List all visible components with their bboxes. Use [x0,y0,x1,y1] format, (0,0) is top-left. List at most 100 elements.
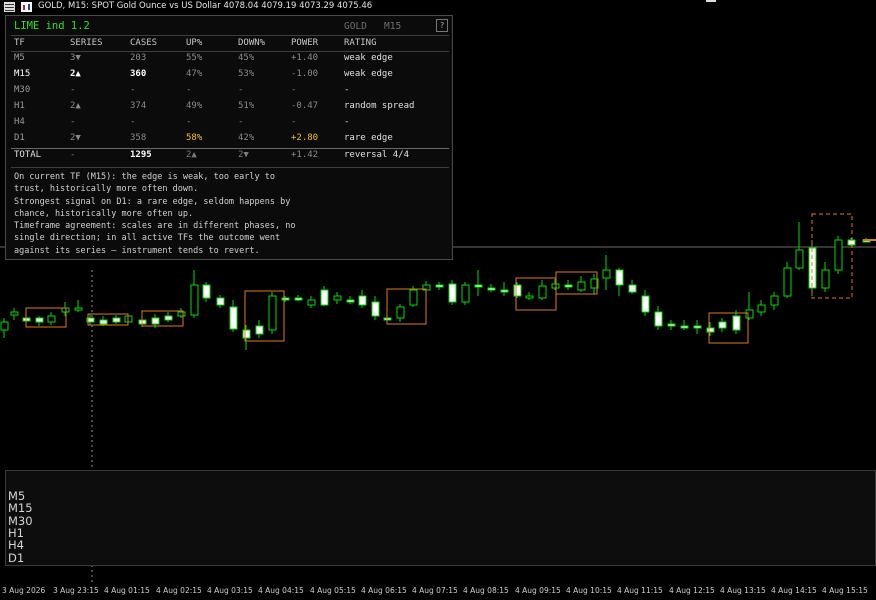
candle-body [47,315,56,323]
cell-power: +1.40 [291,53,319,63]
candle-body [216,297,225,306]
candle-body [732,315,741,331]
table-row: M5 3▼ 203 55% 45% +1.40 weak edge [14,52,448,67]
table-row: H4 - - - - - - [14,116,448,131]
cell-down: 53% [238,69,255,79]
series-box [708,312,749,344]
table-row: D1 2▼ 358 58% 42% +2.80 rare edge [14,132,448,147]
candle-body [371,301,380,317]
total-down: 2▼ [238,150,249,160]
cell-cases: 374 [130,101,147,111]
table-row: M15 2▲ 360 47% 53% -1.00 weak edge [14,68,448,83]
candle-body [164,315,173,321]
cell-down: 45% [238,53,255,63]
candle-body [409,289,418,306]
cell-series: - [70,117,76,127]
table-row: M30 - - - - - - [14,84,448,99]
timeframe-series-subwindow[interactable] [5,470,876,566]
time-axis-label: 4 Aug 12:15 [669,586,715,595]
series-box [515,277,557,311]
candle-body [448,283,457,303]
cell-power: +2.80 [291,133,319,143]
cell-rating: - [344,85,350,95]
cell-tf: H1 [14,101,25,111]
cell-rating: weak edge [344,53,393,63]
cell-cases: - [130,117,136,127]
cell-up: - [186,117,192,127]
time-axis-label: 4 Aug 01:15 [104,586,150,595]
cell-cases: 360 [130,69,147,79]
candle-body [190,284,199,316]
candle-body [693,325,702,329]
panel-symbol: GOLD M15 [344,21,402,32]
help-button[interactable]: ? [436,19,448,32]
cell-tf: M5 [14,53,25,63]
cell-tf: M30 [14,85,31,95]
table-header: TF SERIES CASES UP% DOWN% POWER RATING [14,37,448,52]
candle-body [538,285,547,299]
series-box [141,310,184,327]
time-axis-label: 4 Aug 11:15 [617,586,663,595]
cell-down: - [238,117,244,127]
time-axis-label: 4 Aug 04:15 [258,586,304,595]
candle-body [500,289,509,293]
time-axis: 3 Aug 2026 3 Aug 23:15 4 Aug 01:15 4 Aug 02… [0,585,876,600]
candle-body [202,284,211,299]
series-box [244,290,285,342]
candle-body [35,317,44,323]
cell-rating: weak edge [344,69,393,79]
cell-up: 55% [186,53,203,63]
header-series: SERIES [70,38,103,48]
candle-body [718,321,727,329]
total-power: +1.42 [291,150,319,160]
candle-body [667,323,676,327]
candle-body [834,239,843,271]
time-axis-label: 4 Aug 03:15 [207,586,253,595]
header-cases: CASES [130,38,158,48]
total-up: 2▲ [186,150,197,160]
cell-down: - [238,85,244,95]
total-tf: TOTAL [14,150,42,160]
cell-power: - [291,85,297,95]
time-axis-label: 4 Aug 10:15 [566,586,612,595]
header-rating: RATING [344,38,377,48]
candle-body [513,284,522,297]
time-axis-label: 4 Aug 06:15 [361,586,407,595]
panel-title: LIME ind 1.2 [14,20,90,32]
cell-rating: rare edge [344,133,393,143]
cell-tf: H4 [14,117,25,127]
candle-body [242,329,251,339]
candle-body [654,311,663,327]
candle-body [229,306,238,330]
candle-body [615,269,624,286]
candle-body [821,269,830,289]
time-axis-label: 3 Aug 2026 [2,586,46,595]
candle-body [602,269,611,279]
candle-body [461,284,470,303]
time-axis-label: 4 Aug 13:15 [720,586,766,595]
candle-body [346,299,355,303]
candle-body [10,311,19,316]
candle-body [435,284,444,288]
candle-body [307,299,316,306]
candle-body [0,321,9,331]
cell-cases: - [130,85,136,95]
timeframe-label: D1 [8,550,25,565]
time-axis-label: 4 Aug 09:15 [515,586,561,595]
total-cases: 1295 [130,150,152,160]
header-up: UP% [186,38,203,48]
table-row-total: TOTAL - 1295 2▲ 2▼ +1.42 reversal 4/4 [14,149,448,164]
candle-body [680,325,689,329]
candle-body [487,287,496,291]
cell-up: 49% [186,101,203,111]
table-row: H1 2▲ 374 49% 51% -0.47 random spread [14,100,448,115]
cell-rating: random spread [344,101,415,111]
cell-series: 2▲ [70,69,81,79]
header-tf: TF [14,38,25,48]
candle-body [564,284,573,288]
candle-body [255,325,264,335]
cell-series: 2▲ [70,101,81,111]
candle-body [808,247,817,289]
candle-body [474,284,483,288]
candle-body [770,295,779,306]
